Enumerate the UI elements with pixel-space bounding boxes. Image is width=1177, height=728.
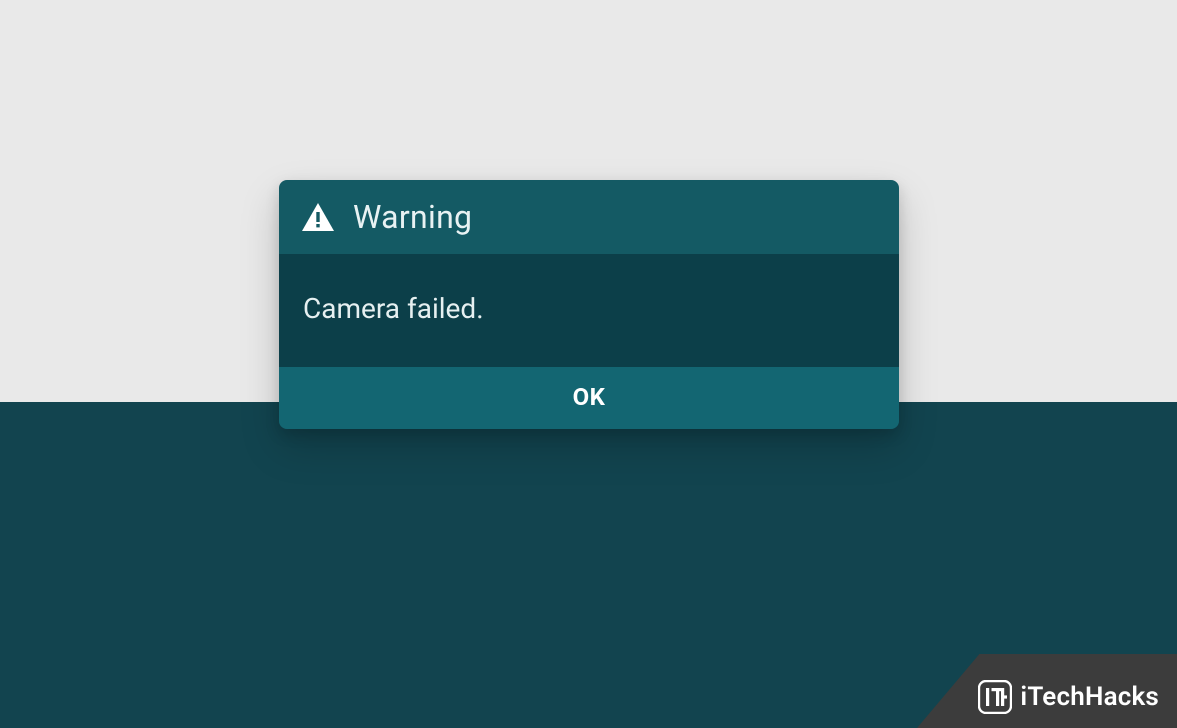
ok-button-label: OK (573, 383, 606, 411)
ok-button[interactable]: OK (279, 367, 899, 429)
watermark-content: iTechHacks (978, 680, 1159, 714)
brand-logo-icon (978, 680, 1012, 714)
warning-icon (301, 202, 335, 232)
brand-name: iTechHacks (1020, 682, 1159, 712)
watermark: iTechHacks (917, 654, 1177, 728)
dialog-title: Warning (353, 198, 472, 236)
stage: Warning Camera failed. OK iTechHacks (0, 0, 1177, 728)
dialog-message: Camera failed. (303, 292, 875, 325)
dialog-body: Camera failed. (279, 254, 899, 367)
warning-dialog: Warning Camera failed. OK (279, 180, 899, 429)
dialog-header: Warning (279, 180, 899, 254)
